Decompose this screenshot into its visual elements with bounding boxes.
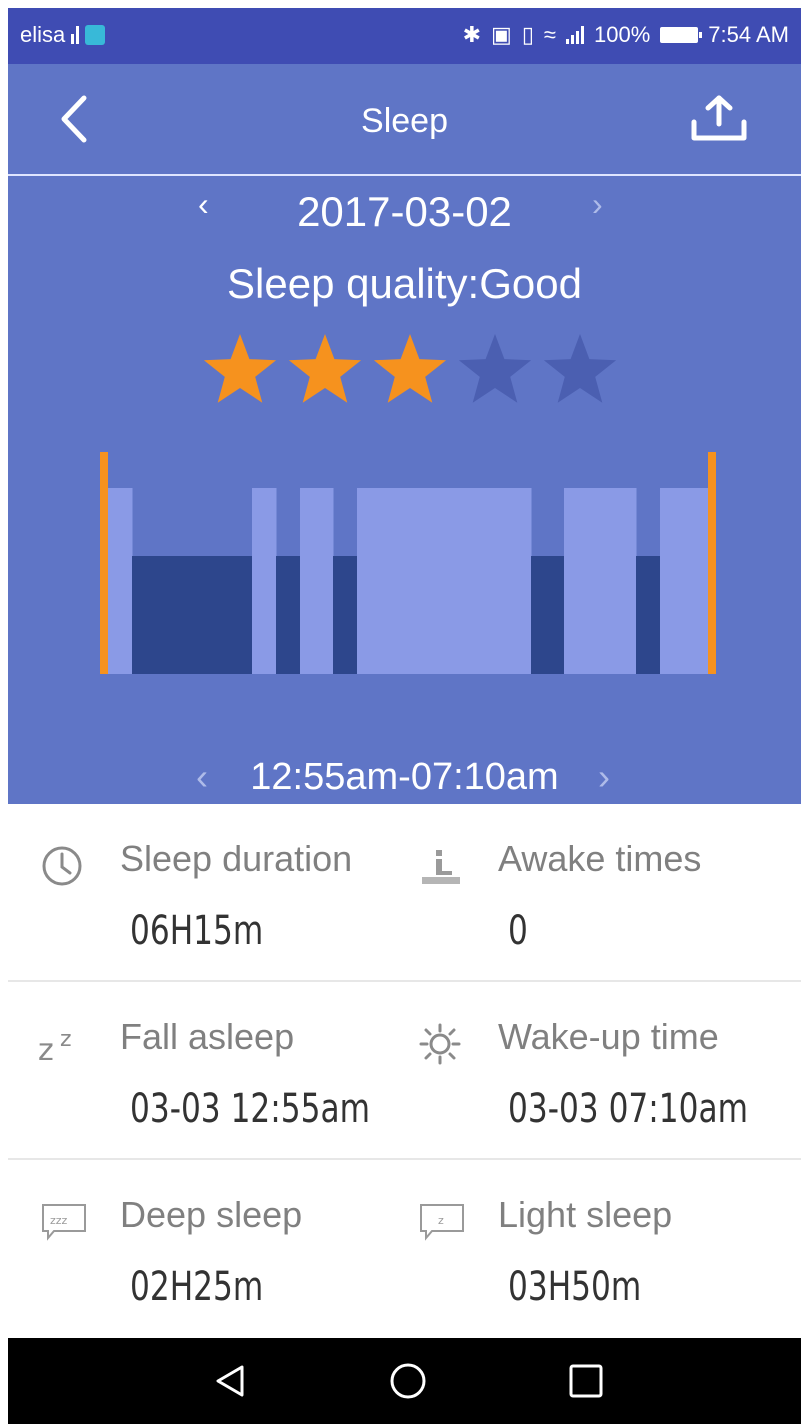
deep-sleep-bar	[276, 556, 301, 674]
stat-value-fall-asleep: 03-03 12:55am	[130, 1086, 371, 1132]
stat-label-sleep-duration: Sleep duration	[120, 838, 353, 879]
recents-square-icon[interactable]	[566, 1361, 606, 1401]
app-screen: elisa ✱ ▣ ▯ ≈ 100% 7:54 AM Sleep ‹ 2017-…	[8, 8, 801, 1424]
signal-icon	[71, 26, 80, 44]
awake-person-icon	[422, 850, 460, 884]
carrier-name: elisa	[20, 22, 66, 47]
next-date-button[interactable]: ›	[592, 186, 603, 223]
light-sleep-bar	[300, 488, 334, 674]
sleep-stage-chart	[100, 452, 716, 674]
star-filled-icon	[288, 334, 362, 403]
deep-sleep-bar	[132, 556, 253, 674]
battery-percent: 100%	[594, 22, 651, 47]
stats-row: z z Fall asleep 03-03 12:55am Wake-up ti…	[8, 982, 801, 1160]
svg-text:zzz: zzz	[50, 1214, 68, 1227]
bluetooth-icon: ✱	[462, 22, 482, 47]
star-filled-icon	[373, 334, 447, 403]
stat-value-light-sleep: 03H50m	[508, 1264, 642, 1310]
stats-row: zzz Deep sleep 02H25m z Light sleep 03H5…	[8, 1160, 801, 1336]
stat-value-awake-times: 0	[508, 908, 528, 954]
deep-sleep-bar	[636, 556, 661, 674]
stat-value-sleep-duration: 06H15m	[130, 908, 264, 954]
wifi-icon: ≈	[543, 22, 556, 47]
sleep-start-marker	[100, 452, 108, 674]
sun-icon	[419, 1023, 461, 1065]
page-title: Sleep	[361, 102, 448, 140]
svg-text:z: z	[438, 1214, 444, 1227]
svg-text:z: z	[38, 1033, 54, 1066]
back-triangle-icon[interactable]	[210, 1361, 250, 1401]
quality-star-rating	[203, 334, 617, 403]
clock-icon	[42, 846, 82, 886]
stat-label-awake-times: Awake times	[498, 838, 702, 879]
light-sleep-bar	[108, 488, 133, 674]
stat-label-fall-asleep: Fall asleep	[120, 1016, 295, 1057]
deep-sleep-bar	[531, 556, 565, 674]
cell-signal-icon	[566, 26, 584, 44]
next-range-button[interactable]: ›	[598, 756, 610, 798]
battery-icon	[660, 27, 703, 43]
stat-label-light-sleep: Light sleep	[498, 1194, 673, 1235]
clock-time: 7:54 AM	[708, 22, 789, 47]
stat-label-wake-up-time: Wake-up time	[498, 1016, 719, 1057]
system-nav-bar	[8, 1338, 801, 1424]
sleep-summary-panel: ‹ 2017-03-02 › Sleep quality:Good ‹ 12:5…	[8, 176, 801, 804]
light-sleep-bar	[660, 488, 709, 674]
star-empty-icon	[458, 334, 532, 403]
app-badge-icon	[85, 25, 106, 45]
nfc-icon: ▣	[491, 22, 512, 47]
time-range-label: 12:55am-07:10am	[250, 756, 559, 798]
light-sleep-bar	[252, 488, 277, 674]
light-sleep-bubble-icon: z	[420, 1204, 464, 1241]
status-bar: elisa ✱ ▣ ▯ ≈ 100% 7:54 AM	[8, 8, 801, 64]
light-sleep-bar	[564, 488, 637, 674]
light-sleep-bar	[357, 488, 532, 674]
deep-sleep-bar	[333, 556, 358, 674]
home-circle-icon[interactable]	[388, 1361, 428, 1401]
app-header: Sleep	[8, 64, 801, 176]
sleep-end-marker	[708, 452, 716, 674]
deep-sleep-bubble-icon: zzz	[42, 1204, 86, 1241]
sleep-stats: Sleep duration 06H15m Awake times 0 z z …	[8, 804, 801, 1338]
upload-icon[interactable]	[689, 92, 749, 146]
star-empty-icon	[543, 334, 617, 403]
stat-value-wake-up-time: 03-03 07:10am	[508, 1086, 749, 1132]
svg-text:z: z	[60, 1027, 72, 1052]
stat-label-deep-sleep: Deep sleep	[120, 1194, 303, 1235]
vibrate-icon: ▯	[521, 22, 534, 47]
zzz-icon: z z	[38, 1027, 72, 1066]
sleep-quality-label: Sleep quality:Good	[227, 260, 582, 307]
date-label: 2017-03-02	[297, 188, 512, 235]
star-filled-icon	[203, 334, 277, 403]
stats-row: Sleep duration 06H15m Awake times 0	[8, 804, 801, 982]
stat-value-deep-sleep: 02H25m	[130, 1264, 264, 1310]
